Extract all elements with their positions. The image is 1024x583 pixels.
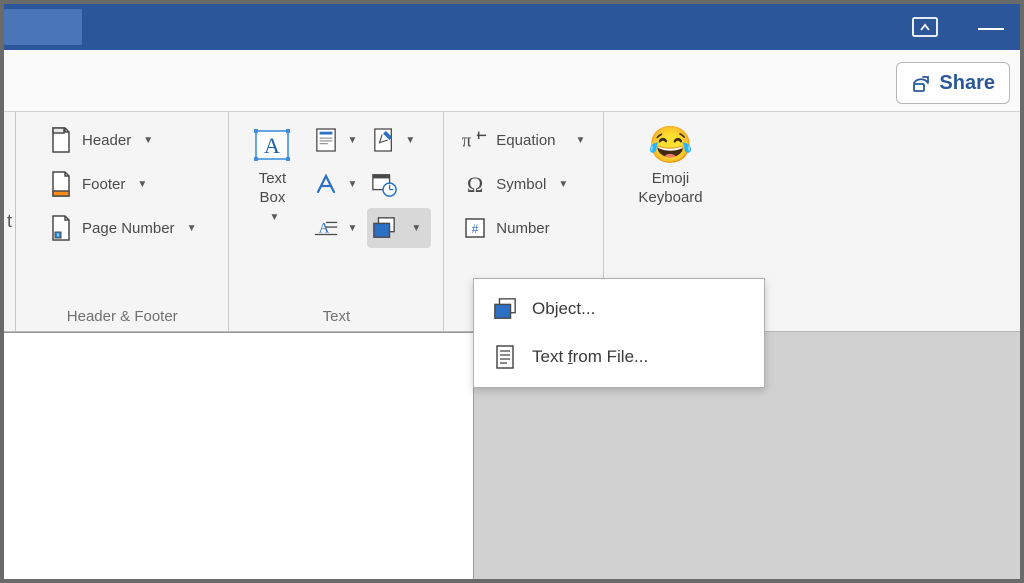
emoji-keyboard-button[interactable]: 😂 Emoji Keyboard <box>628 120 712 212</box>
symbol-button[interactable]: Ω Symbol ▼ <box>456 164 591 204</box>
chevron-down-icon: ▼ <box>347 179 357 190</box>
text-box-button[interactable]: A Text Box ▼ <box>241 120 303 228</box>
app-window: Share t Header ▼ <box>0 0 1024 583</box>
header-label: Header <box>82 132 131 149</box>
wordart-icon <box>313 171 339 197</box>
svg-text:#: # <box>472 222 479 236</box>
page-number-label: Page Number <box>82 220 175 237</box>
chevron-down-icon: ▼ <box>143 135 153 146</box>
signature-icon <box>371 127 397 153</box>
drop-cap-icon: A <box>313 215 339 241</box>
toolbar-row: Share <box>4 50 1020 112</box>
share-button[interactable]: Share <box>896 62 1010 104</box>
footer-icon <box>48 171 74 197</box>
object-icon <box>371 215 397 241</box>
chevron-down-icon: ▼ <box>405 135 415 146</box>
number-button[interactable]: # Number <box>456 208 591 248</box>
number-label: Number <box>496 220 549 237</box>
page-number-button[interactable]: # Page Number ▼ <box>42 208 202 248</box>
share-label: Share <box>939 72 995 95</box>
quick-parts-button[interactable]: ▼ <box>309 120 361 160</box>
text-file-icon <box>492 344 518 370</box>
footer-label: Footer <box>82 176 125 193</box>
titlebar-controls <box>910 4 1020 50</box>
dropdown-text-from-file-label: Text from File... <box>532 347 648 367</box>
group-label-header-footer: Header & Footer <box>67 302 178 325</box>
ribbon-left-stub: t <box>4 112 16 331</box>
text-box-label: Text Box <box>259 170 287 208</box>
date-time-icon <box>371 171 397 197</box>
emoji-icon: 😂 <box>650 124 692 166</box>
wordart-button[interactable]: ▼ <box>309 164 361 204</box>
equation-button[interactable]: π Equation ▼ <box>456 120 591 160</box>
svg-text:Ω: Ω <box>467 172 483 196</box>
footer-button[interactable]: Footer ▼ <box>42 164 202 204</box>
group-header-footer: Header ▼ Footer ▼ # Page Nu <box>16 112 229 331</box>
date-time-button[interactable] <box>367 164 431 204</box>
emoji-keyboard-label: Emoji Keyboard <box>638 170 702 208</box>
object-split-button[interactable]: ▼ <box>367 208 431 248</box>
group-label-text: Text <box>323 302 351 325</box>
ribbon-display-icon <box>912 14 938 40</box>
page-number-icon: # <box>48 215 74 241</box>
document-page[interactable] <box>4 332 474 579</box>
dropdown-item-text-from-file[interactable]: Text from File... <box>474 333 764 381</box>
chevron-down-icon: ▼ <box>187 223 197 234</box>
quick-parts-icon <box>313 127 339 153</box>
object-dropdown: Object... Text from File... <box>473 278 765 388</box>
drop-cap-button[interactable]: A ▼ <box>309 208 361 248</box>
symbol-label: Symbol <box>496 176 546 193</box>
header-icon <box>48 127 74 153</box>
svg-text:A: A <box>265 133 281 158</box>
svg-text:π: π <box>462 131 472 152</box>
chevron-down-icon: ▼ <box>347 135 357 146</box>
svg-text:#: # <box>57 233 60 239</box>
title-stub <box>4 9 82 45</box>
chevron-down-icon: ▼ <box>137 179 147 190</box>
minimize-button[interactable] <box>978 28 1004 31</box>
text-box-icon: A <box>251 124 293 166</box>
titlebar <box>4 4 1020 50</box>
dropdown-object-label: Object... <box>532 299 595 319</box>
number-icon: # <box>462 215 488 241</box>
chevron-down-icon: ▼ <box>270 212 280 225</box>
signature-line-button[interactable]: ▼ <box>367 120 431 160</box>
symbol-icon: Ω <box>462 171 488 197</box>
object-icon <box>492 296 518 322</box>
equation-label: Equation <box>496 132 555 149</box>
chevron-down-icon: ▼ <box>411 223 421 234</box>
dropdown-item-object[interactable]: Object... <box>474 285 764 333</box>
share-icon <box>911 73 931 93</box>
chevron-down-icon: ▼ <box>347 223 357 234</box>
chevron-down-icon: ▼ <box>576 135 586 146</box>
equation-icon: π <box>462 127 488 153</box>
chevron-down-icon: ▼ <box>558 179 568 190</box>
group-text: A Text Box ▼ ▼ <box>229 112 444 331</box>
ribbon-display-button[interactable] <box>910 12 940 42</box>
header-button[interactable]: Header ▼ <box>42 120 202 160</box>
